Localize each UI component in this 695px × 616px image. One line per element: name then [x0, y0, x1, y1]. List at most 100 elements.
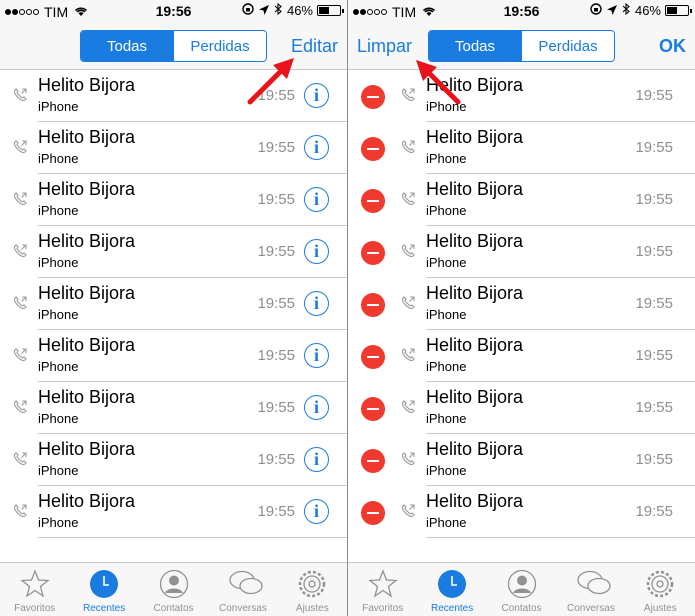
call-row[interactable]: Helito Bijora iPhone 19:55 i	[0, 226, 347, 278]
info-icon[interactable]: i	[304, 447, 329, 472]
status-bar: TIM 19:56 46%	[0, 0, 347, 22]
outgoing-call-icon	[12, 503, 28, 519]
call-time: 19:55	[635, 87, 673, 104]
edit-button[interactable]: Editar	[291, 36, 338, 57]
outgoing-call-icon	[400, 503, 416, 519]
rotation-lock-icon	[242, 3, 254, 18]
contact-name: Helito Bijora	[38, 335, 136, 355]
call-row[interactable]: Helito Bijora iPhone 19:55	[348, 278, 695, 330]
call-row[interactable]: Helito Bijora iPhone 19:55	[348, 330, 695, 382]
call-time: 19:55	[257, 347, 295, 364]
tab-ajustes[interactable]: Ajustes	[278, 563, 347, 616]
settings-gear-icon	[297, 569, 327, 599]
star-icon	[367, 569, 398, 599]
contact-name: Helito Bijora	[38, 283, 136, 303]
tab-recentes[interactable]: Recentes	[417, 563, 486, 616]
delete-icon[interactable]	[361, 137, 385, 161]
delete-icon[interactable]	[361, 397, 385, 421]
outgoing-call-icon	[400, 295, 416, 311]
clock-icon	[437, 569, 467, 599]
delete-icon[interactable]	[361, 449, 385, 473]
info-icon[interactable]: i	[304, 343, 329, 368]
contact-name: Helito Bijora	[38, 491, 136, 511]
ok-button[interactable]: OK	[659, 36, 686, 57]
call-time: 19:55	[257, 191, 295, 208]
call-time: 19:55	[257, 139, 295, 156]
call-row[interactable]: Helito Bijora iPhone 19:55	[348, 174, 695, 226]
battery-percent: 46%	[634, 3, 661, 18]
segment-perdidas[interactable]: Perdidas	[521, 31, 614, 61]
outgoing-call-icon	[12, 347, 28, 363]
clock-icon	[89, 569, 119, 599]
delete-icon[interactable]	[361, 345, 385, 369]
tab-ajustes[interactable]: Ajustes	[626, 563, 695, 616]
info-icon[interactable]: i	[304, 239, 329, 264]
tab-conversas[interactable]: Conversas	[208, 563, 277, 616]
tab-favoritos[interactable]: Favoritos	[348, 563, 417, 616]
call-row[interactable]: Helito Bijora iPhone 19:55 i	[0, 122, 347, 174]
contact-name: Helito Bijora	[38, 127, 136, 147]
clear-button[interactable]: Limpar	[357, 36, 412, 57]
call-device-label: iPhone	[426, 307, 467, 322]
outgoing-call-icon	[12, 295, 28, 311]
outgoing-call-icon	[12, 191, 28, 207]
call-row[interactable]: Helito Bijora iPhone 19:55 i	[0, 330, 347, 382]
outgoing-call-icon	[400, 243, 416, 259]
location-arrow-icon	[606, 3, 617, 18]
outgoing-call-icon	[12, 87, 28, 103]
status-bar: TIM 19:56 46%	[348, 0, 695, 22]
call-row[interactable]: Helito Bijora iPhone 19:55	[348, 382, 695, 434]
delete-icon[interactable]	[361, 293, 385, 317]
battery-icon	[665, 5, 692, 16]
info-icon[interactable]: i	[304, 83, 329, 108]
call-row[interactable]: Helito Bijora iPhone 19:55	[348, 434, 695, 486]
rotation-lock-icon	[590, 3, 602, 18]
call-device-label: iPhone	[426, 151, 467, 166]
call-row[interactable]: Helito Bijora iPhone 19:55 i	[0, 486, 347, 538]
info-icon[interactable]: i	[304, 395, 329, 420]
tab-recentes[interactable]: Recentes	[69, 563, 138, 616]
call-row[interactable]: Helito Bijora iPhone 19:55	[348, 122, 695, 174]
contact-name: Helito Bijora	[426, 231, 524, 251]
recent-calls-list: Helito Bijora iPhone 19:55 i Helito Bijora iP…	[0, 70, 347, 538]
call-time: 19:55	[635, 451, 673, 468]
tab-conversas[interactable]: Conversas	[556, 563, 625, 616]
tab-contatos[interactable]: Contatos	[139, 563, 208, 616]
call-time: 19:55	[257, 399, 295, 416]
delete-icon[interactable]	[361, 241, 385, 265]
call-device-label: iPhone	[38, 99, 79, 114]
tab-bar: Favoritos Recentes Contatos Conversas Ajuste…	[0, 562, 347, 616]
delete-icon[interactable]	[361, 501, 385, 525]
call-time: 19:55	[635, 503, 673, 520]
call-row[interactable]: Helito Bijora iPhone 19:55 i	[0, 174, 347, 226]
call-device-label: iPhone	[426, 411, 467, 426]
tab-contatos[interactable]: Contatos	[487, 563, 556, 616]
tab-label: Conversas	[567, 603, 615, 614]
call-row[interactable]: Helito Bijora iPhone 19:55 i	[0, 278, 347, 330]
info-icon[interactable]: i	[304, 291, 329, 316]
call-time: 19:55	[635, 399, 673, 416]
delete-icon[interactable]	[361, 85, 385, 109]
info-icon[interactable]: i	[304, 187, 329, 212]
outgoing-call-icon	[12, 139, 28, 155]
call-row[interactable]: Helito Bijora iPhone 19:55 i	[0, 434, 347, 486]
segment-todas[interactable]: Todas	[81, 31, 173, 61]
call-row[interactable]: Helito Bijora iPhone 19:55	[348, 226, 695, 278]
call-device-label: iPhone	[38, 359, 79, 374]
call-row[interactable]: Helito Bijora iPhone 19:55 i	[0, 382, 347, 434]
info-icon[interactable]: i	[304, 499, 329, 524]
tab-favoritos[interactable]: Favoritos	[0, 563, 69, 616]
segment-todas[interactable]: Todas	[429, 31, 521, 61]
tab-label: Ajustes	[643, 603, 677, 614]
delete-icon[interactable]	[361, 189, 385, 213]
call-time: 19:55	[257, 295, 295, 312]
info-icon[interactable]: i	[304, 135, 329, 160]
call-time: 19:55	[257, 243, 295, 260]
voicemail-icon	[576, 569, 611, 599]
call-device-label: iPhone	[426, 203, 467, 218]
contact-name: Helito Bijora	[38, 231, 136, 251]
contact-name: Helito Bijora	[426, 127, 524, 147]
contacts-icon	[159, 569, 189, 599]
call-row[interactable]: Helito Bijora iPhone 19:55	[348, 70, 695, 122]
call-row[interactable]: Helito Bijora iPhone 19:55	[348, 486, 695, 538]
